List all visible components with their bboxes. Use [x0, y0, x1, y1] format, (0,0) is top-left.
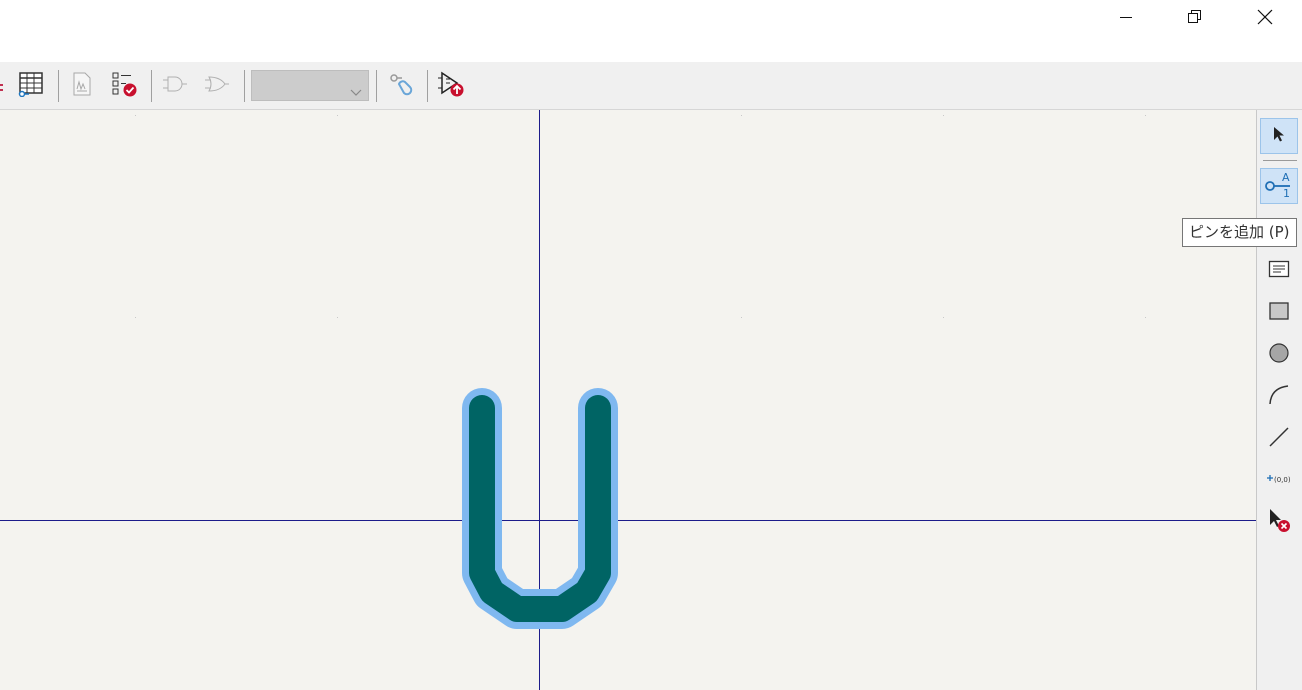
svg-text:1: 1 [1283, 187, 1290, 199]
add-arc-button[interactable] [1260, 379, 1298, 415]
add-pin-icon: A1 [1264, 169, 1294, 203]
pin-table-icon [18, 71, 44, 101]
svg-text:A: A [1282, 171, 1290, 184]
sim-model-icon [437, 70, 465, 102]
pin-table-button[interactable] [15, 70, 47, 102]
restore-button[interactable] [1171, 0, 1217, 34]
datasheet-button[interactable] [66, 70, 98, 102]
toolbar-separator [376, 70, 377, 102]
cut-off-icon [0, 80, 6, 99]
pin-link-icon [388, 71, 414, 101]
toolbar-separator [1263, 160, 1297, 161]
minimize-icon [1118, 9, 1134, 25]
add-rectangle-icon [1268, 301, 1290, 325]
canvas-drawing [0, 110, 1256, 690]
minimize-button[interactable] [1103, 0, 1149, 34]
add-circle-button[interactable] [1260, 337, 1298, 373]
toolbar-separator [151, 70, 152, 102]
svg-text:(0,0): (0,0) [1274, 476, 1291, 484]
symbol-checker-button[interactable] [108, 70, 140, 102]
select-cursor-icon [1271, 125, 1287, 147]
add-line-icon [1268, 426, 1290, 452]
unit-previous-button[interactable] [159, 70, 191, 102]
unit-select[interactable] [251, 70, 369, 101]
anchor-origin-icon: (0,0) [1265, 471, 1293, 490]
toolbar-separator [244, 70, 245, 102]
unit-next-icon [204, 74, 230, 98]
symbol-editor-canvas[interactable] [0, 110, 1256, 690]
grid-dots [135, 115, 1146, 318]
add-arc-icon [1268, 384, 1290, 410]
add-circle-icon [1268, 342, 1290, 368]
symbol-checker-icon [111, 71, 137, 101]
delete-tool-button[interactable] [1260, 504, 1298, 540]
unit-next-button[interactable] [201, 70, 233, 102]
toolbar-separator [58, 70, 59, 102]
anchor-origin-button[interactable]: (0,0) [1260, 462, 1298, 498]
add-pin-button[interactable]: A1 [1260, 168, 1298, 204]
pin-link-button[interactable] [385, 70, 417, 102]
datasheet-icon [71, 72, 93, 100]
select-tool-button[interactable] [1260, 118, 1298, 154]
toolbar-separator [427, 70, 428, 102]
delete-tool-icon [1267, 507, 1291, 537]
unit-previous-icon [162, 74, 188, 98]
add-textbox-button[interactable] [1260, 253, 1298, 289]
restore-icon [1186, 9, 1202, 25]
title-bar [0, 0, 1302, 62]
add-rectangle-button[interactable] [1260, 295, 1298, 331]
add-textbox-icon [1268, 260, 1290, 282]
add-pin-tooltip: ピンを追加 (P) [1182, 218, 1297, 247]
add-line-button[interactable] [1260, 421, 1298, 457]
sim-model-button[interactable] [435, 70, 467, 102]
chevron-down-icon [350, 82, 362, 101]
drawing-toolbar: A1 (0,0) [1256, 110, 1302, 690]
close-icon [1256, 8, 1274, 26]
close-button[interactable] [1242, 0, 1288, 34]
main-toolbar [0, 62, 1302, 110]
